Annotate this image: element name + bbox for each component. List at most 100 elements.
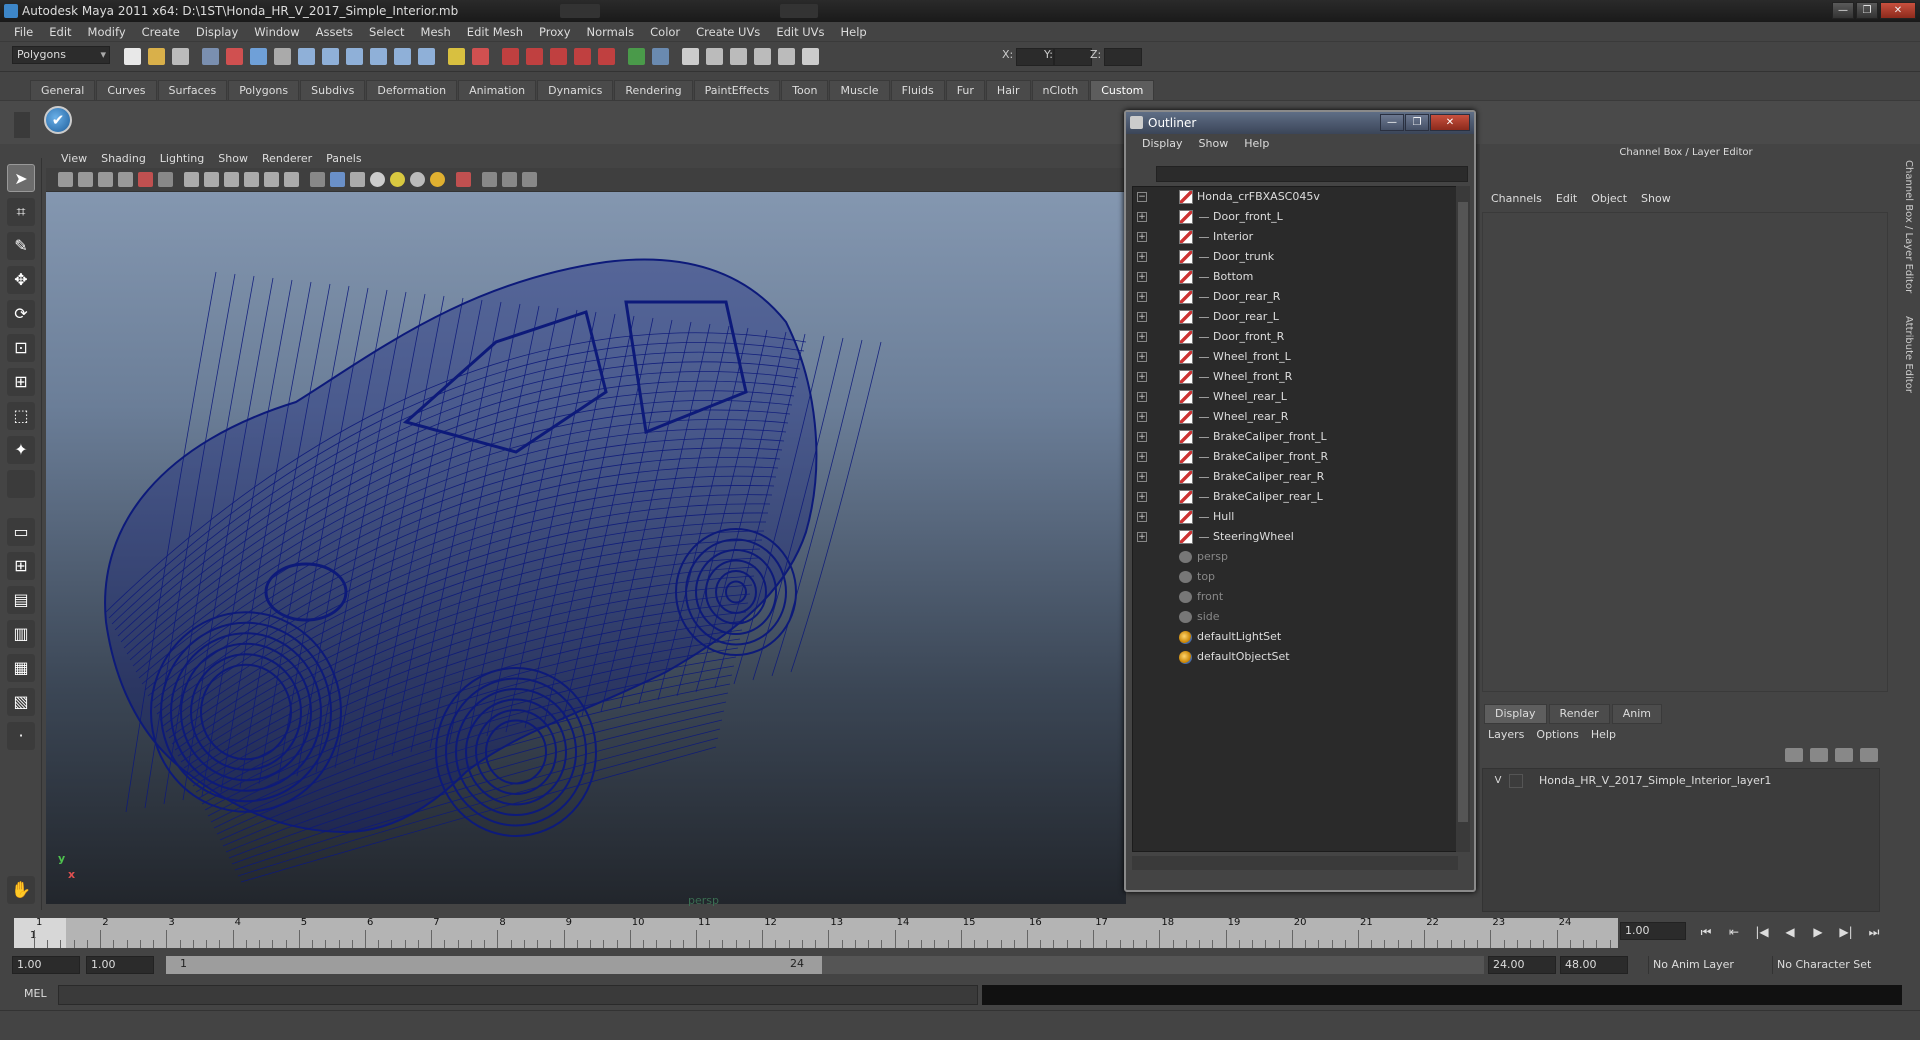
status-tool-icon[interactable] — [682, 48, 699, 65]
shelf-tab[interactable]: Curves — [96, 80, 157, 100]
paint-select-tool-icon[interactable]: ✎ — [7, 232, 35, 260]
shelf-tab[interactable]: Rendering — [614, 80, 693, 100]
layer-editor-tab[interactable]: Display — [1484, 704, 1547, 724]
expand-toggle-icon[interactable]: + — [1137, 252, 1147, 262]
expand-toggle-icon[interactable]: + — [1137, 272, 1147, 282]
select-tool-icon[interactable]: ➤ — [7, 164, 35, 192]
playback-end-field[interactable]: 24.00 — [1488, 956, 1556, 974]
expand-toggle-icon[interactable]: + — [1137, 332, 1147, 342]
expand-toggle-icon[interactable]: − — [1137, 192, 1147, 202]
soft-mod-tool-icon[interactable]: ⬚ — [7, 402, 35, 430]
new-layer-icon[interactable] — [1785, 748, 1803, 762]
expand-toggle-icon[interactable]: + — [1137, 532, 1147, 542]
status-tool-icon[interactable] — [574, 48, 591, 65]
z-field[interactable] — [1104, 48, 1142, 66]
viewport-toolbar-icon[interactable] — [350, 172, 365, 187]
new-layer-selected-icon[interactable] — [1810, 748, 1828, 762]
status-tool-icon[interactable] — [298, 48, 315, 65]
outliner-node-row[interactable]: + BrakeCaliper_front_L — [1133, 427, 1457, 447]
status-tool-icon[interactable] — [370, 48, 387, 65]
menu-item[interactable]: Assets — [308, 22, 361, 41]
expand-toggle-icon[interactable]: + — [1137, 232, 1147, 242]
go-to-start-icon[interactable]: ⏮ — [1694, 924, 1718, 940]
channel-box-menu-item[interactable]: Object — [1584, 190, 1634, 208]
persp-hypershade-layout-icon[interactable]: ▦ — [7, 654, 35, 682]
viewport-toolbar-icon[interactable] — [204, 172, 219, 187]
menu-item[interactable]: Edit Mesh — [459, 22, 531, 41]
last-tool-icon[interactable] — [7, 470, 35, 498]
layer-editor-menu-item[interactable]: Layers — [1482, 726, 1530, 744]
viewport-toolbar-icon[interactable] — [502, 172, 517, 187]
outliner-node-row[interactable]: + Door_front_R — [1133, 327, 1457, 347]
status-tool-icon[interactable] — [706, 48, 723, 65]
status-tool-icon[interactable] — [148, 48, 165, 65]
outliner-node-row[interactable]: + Door_rear_R — [1133, 287, 1457, 307]
four-view-layout-icon[interactable]: ⊞ — [7, 552, 35, 580]
outliner-node-row[interactable]: + Interior — [1133, 227, 1457, 247]
outliner-titlebar[interactable]: Outliner — ❐ ✕ — [1126, 112, 1474, 134]
layer-visibility-toggle[interactable]: V — [1491, 774, 1505, 788]
shelf-tab[interactable]: Hair — [985, 80, 1031, 100]
status-tool-icon[interactable] — [550, 48, 567, 65]
viewport-menu-item[interactable]: View — [54, 150, 94, 168]
outliner-maximize-button[interactable]: ❐ — [1405, 114, 1429, 131]
viewport-menu-item[interactable]: Shading — [94, 150, 153, 168]
menu-item[interactable]: Help — [833, 22, 875, 41]
outliner-node-row[interactable]: + Door_trunk — [1133, 247, 1457, 267]
expand-toggle-icon[interactable]: + — [1137, 392, 1147, 402]
viewport-toolbar-icon[interactable] — [58, 172, 73, 187]
viewport-menu-item[interactable]: Panels — [319, 150, 368, 168]
status-tool-icon[interactable] — [418, 48, 435, 65]
viewport-toolbar-icon[interactable] — [78, 172, 93, 187]
viewport-menu-item[interactable]: Renderer — [255, 150, 319, 168]
outliner-set-row[interactable]: defaultObjectSet — [1133, 647, 1457, 667]
viewport-toolbar-icon[interactable] — [98, 172, 113, 187]
minimize-button[interactable]: — — [1832, 2, 1854, 19]
status-tool-icon[interactable] — [322, 48, 339, 65]
status-tool-icon[interactable] — [802, 48, 819, 65]
outliner-node-row[interactable]: + Wheel_front_R — [1133, 367, 1457, 387]
single-perspective-layout-icon[interactable]: ▭ — [7, 518, 35, 546]
play-backwards-icon[interactable]: ◀ — [1778, 924, 1802, 940]
outliner-node-row[interactable]: + Door_front_L — [1133, 207, 1457, 227]
menu-item[interactable]: Color — [642, 22, 688, 41]
layout-options-icon[interactable]: · — [7, 722, 35, 750]
y-field[interactable] — [1054, 48, 1092, 66]
status-tool-icon[interactable] — [250, 48, 267, 65]
status-tool-icon[interactable] — [172, 48, 189, 65]
expand-toggle-icon[interactable]: + — [1137, 372, 1147, 382]
menu-item[interactable]: Create UVs — [688, 22, 768, 41]
move-tool-icon[interactable]: ✥ — [7, 266, 35, 294]
outliner-camera-row[interactable]: top — [1133, 567, 1457, 587]
viewport-toolbar-icon[interactable] — [522, 172, 537, 187]
viewport-toolbar-icon[interactable] — [158, 172, 173, 187]
outliner-node-row[interactable]: + Wheel_front_L — [1133, 347, 1457, 367]
shelf-tab[interactable]: Surfaces — [157, 80, 228, 100]
outliner-persp-graph-layout-icon[interactable]: ▧ — [7, 688, 35, 716]
move-layer-up-icon[interactable] — [1835, 748, 1853, 762]
maximize-button[interactable]: ❐ — [1856, 2, 1878, 19]
viewport-toolbar-icon[interactable] — [284, 172, 299, 187]
outliner-menu-item[interactable]: Display — [1134, 134, 1191, 154]
persp-graph-layout-icon[interactable]: ▥ — [7, 620, 35, 648]
status-tool-icon[interactable] — [628, 48, 645, 65]
expand-toggle-icon[interactable]: + — [1137, 412, 1147, 422]
viewport-toolbar-icon[interactable] — [456, 172, 471, 187]
outliner-node-row[interactable]: + BrakeCaliper_front_R — [1133, 447, 1457, 467]
shelf-tab[interactable]: Custom — [1090, 80, 1155, 100]
outliner-horizontal-scrollbar[interactable] — [1132, 856, 1458, 870]
outliner-menu-item[interactable]: Help — [1236, 134, 1277, 154]
animation-end-field[interactable]: 48.00 — [1560, 956, 1628, 974]
expand-toggle-icon[interactable]: + — [1137, 472, 1147, 482]
step-forward-frame-icon[interactable]: ▶| — [1834, 924, 1858, 940]
outliner-filter-field[interactable] — [1156, 166, 1468, 182]
status-tool-icon[interactable] — [502, 48, 519, 65]
viewport-toolbar-icon[interactable] — [138, 172, 153, 187]
outliner-node-row[interactable]: + Wheel_rear_R — [1133, 407, 1457, 427]
status-tool-icon[interactable] — [274, 48, 291, 65]
expand-toggle-icon[interactable]: + — [1137, 432, 1147, 442]
status-tool-icon[interactable] — [226, 48, 243, 65]
play-forwards-icon[interactable]: ▶ — [1806, 924, 1830, 940]
anim-layer-dropdown[interactable]: No Anim Layer — [1648, 956, 1766, 974]
outliner-node-row[interactable]: + Door_rear_L — [1133, 307, 1457, 327]
